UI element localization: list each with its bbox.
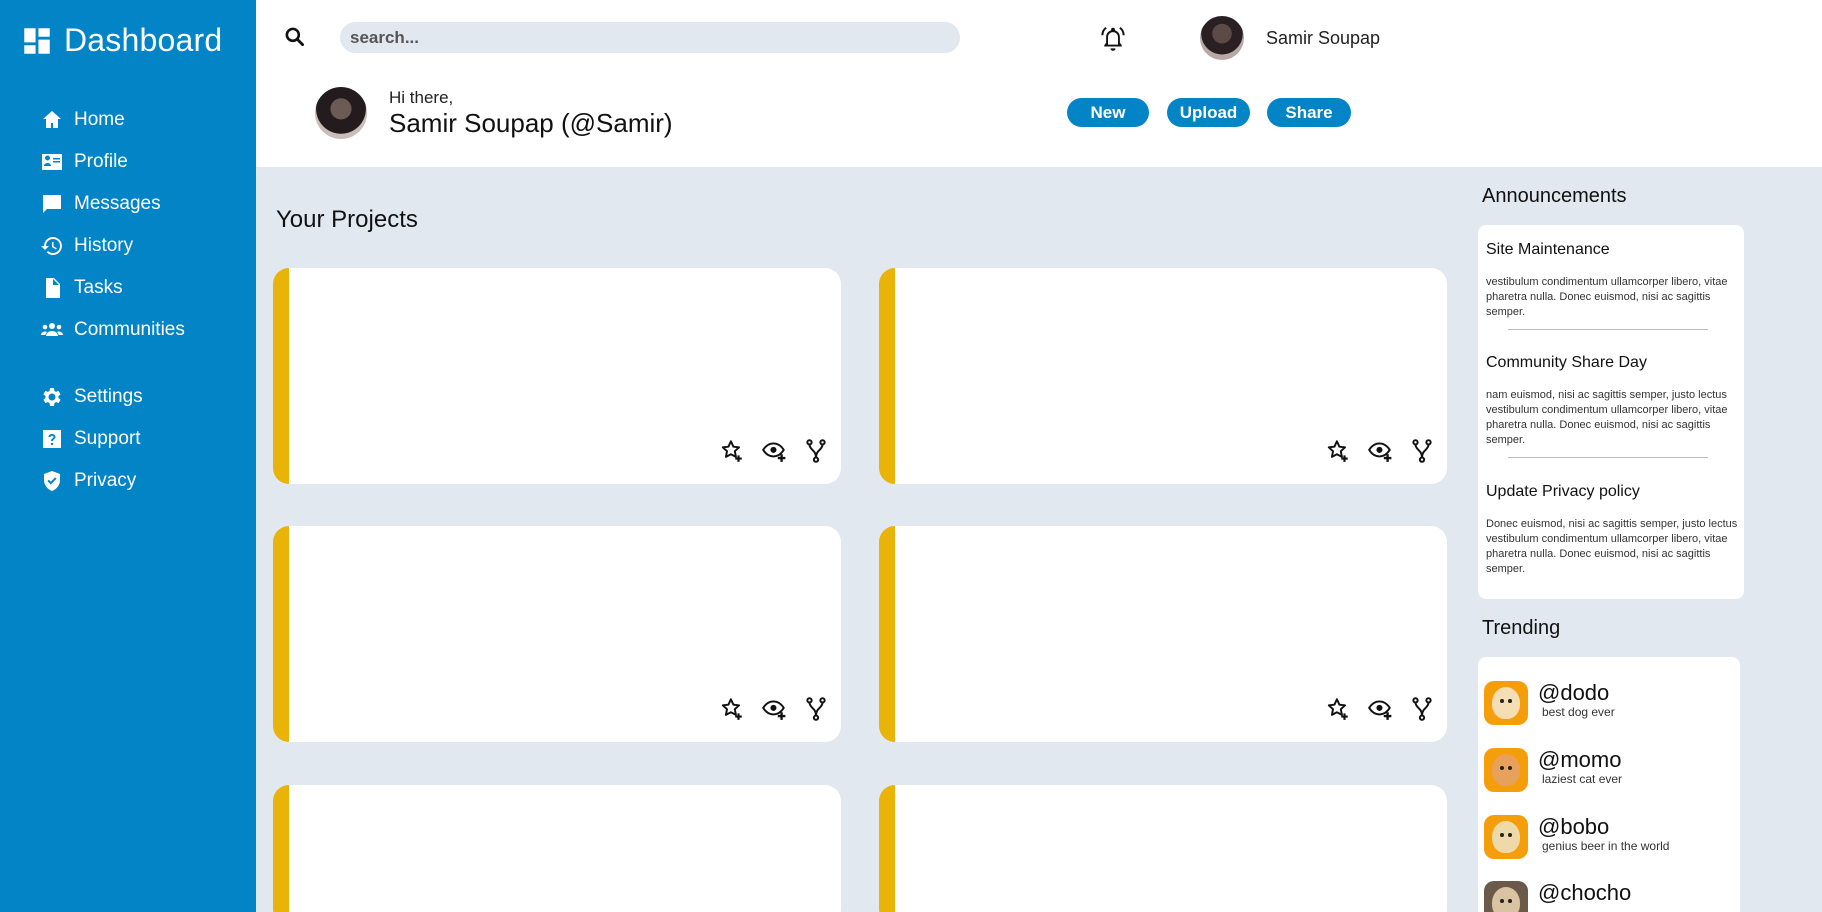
sidebar-item-label: Messages	[74, 193, 161, 214]
announcement-body: vestibulum condimentum ullamcorper liber…	[1486, 276, 1728, 318]
card-actions	[719, 696, 829, 722]
sidebar-item-label: Home	[74, 109, 125, 130]
project-card[interactable]	[273, 785, 841, 912]
sidebar-item-support[interactable]: Support	[40, 418, 143, 460]
announcement-body: Donec euismod, nisi ac sagittis semper, …	[1486, 518, 1738, 575]
trending-item[interactable]: @dodo best dog ever	[1484, 681, 1615, 725]
project-card[interactable]	[879, 526, 1447, 742]
project-card[interactable]	[879, 268, 1447, 484]
trending-handle: @chocho	[1538, 880, 1632, 905]
sidebar-item-label: Profile	[74, 151, 128, 172]
sidebar-item-home[interactable]: Home	[40, 99, 185, 141]
search-input[interactable]	[340, 22, 960, 53]
divider	[1508, 457, 1708, 458]
fork-icon[interactable]	[803, 438, 829, 464]
sidebar-item-label: Tasks	[74, 277, 123, 298]
announcement-item[interactable]: Site Maintenance vestibulum condimentum …	[1486, 241, 1738, 320]
trending-desc: genius beer in the world	[1542, 839, 1670, 853]
trending-handle: @momo	[1538, 747, 1622, 772]
watch-add-icon[interactable]	[1367, 438, 1393, 464]
card-actions	[719, 438, 829, 464]
fork-icon[interactable]	[1409, 438, 1435, 464]
avatar	[1484, 748, 1528, 792]
watch-add-icon[interactable]	[761, 438, 787, 464]
app-title: Dashboard	[64, 22, 223, 58]
gear-icon	[43, 388, 61, 406]
card-actions	[1325, 696, 1435, 722]
brand[interactable]: Dashboard	[20, 22, 222, 59]
profile-avatar	[315, 87, 367, 139]
trending-handle: @dodo	[1538, 680, 1610, 705]
search-icon[interactable]	[282, 24, 308, 50]
question-icon	[43, 430, 61, 448]
star-add-icon[interactable]	[719, 696, 745, 722]
announcement-title: Update Privacy policy	[1486, 483, 1640, 500]
trending-panel: @dodo best dog ever @momo laziest cat ev…	[1478, 657, 1740, 912]
new-button[interactable]: New	[1067, 98, 1149, 127]
trending-handle: @bobo	[1538, 814, 1610, 839]
sidebar-item-label: Communities	[74, 319, 185, 340]
sidebar-item-messages[interactable]: Messages	[40, 183, 185, 225]
id-card-icon	[42, 154, 62, 170]
bell-icon[interactable]	[1098, 24, 1128, 54]
fork-icon[interactable]	[803, 696, 829, 722]
avatar[interactable]	[1200, 16, 1244, 60]
shield-icon	[44, 471, 60, 491]
avatar	[1484, 681, 1528, 725]
trending-item[interactable]: @bobo genius beer in the world	[1484, 815, 1669, 859]
trending-item[interactable]: @chocho	[1484, 881, 1631, 912]
watch-add-icon[interactable]	[1367, 696, 1393, 722]
sidebar-item-communities[interactable]: Communities	[40, 309, 185, 351]
announcements-title: Announcements	[1482, 185, 1627, 207]
announcement-item[interactable]: Update Privacy policy Donec euismod, nis…	[1486, 483, 1738, 577]
document-icon	[46, 278, 60, 298]
trending-desc: laziest cat ever	[1542, 772, 1623, 786]
fork-icon[interactable]	[1409, 696, 1435, 722]
star-add-icon[interactable]	[1325, 696, 1351, 722]
project-card[interactable]	[273, 268, 841, 484]
dashboard-icon	[24, 27, 50, 54]
sidebar-item-profile[interactable]: Profile	[40, 141, 185, 183]
avatar	[1484, 815, 1528, 859]
sidebar-item-privacy[interactable]: Privacy	[40, 460, 143, 502]
share-button[interactable]: Share	[1267, 98, 1351, 127]
sidebar: Dashboard Home Profile Messages History …	[0, 0, 256, 912]
sidebar-item-label: Settings	[74, 386, 143, 407]
avatar	[1484, 881, 1528, 912]
announcements-panel: Site Maintenance vestibulum condimentum …	[1478, 225, 1744, 599]
sidebar-item-label: Privacy	[74, 470, 137, 491]
sidebar-item-settings[interactable]: Settings	[40, 376, 143, 418]
greeting: Hi there,	[389, 88, 454, 107]
user-full-name: Samir Soupap (@Samir)	[389, 108, 673, 138]
watch-add-icon[interactable]	[761, 696, 787, 722]
announcement-body: nam euismod, nisi ac sagittis semper, ju…	[1486, 389, 1728, 446]
sidebar-item-label: Support	[74, 428, 141, 449]
announcement-title: Site Maintenance	[1486, 241, 1610, 258]
sidebar-item-label: History	[74, 235, 134, 256]
star-add-icon[interactable]	[719, 438, 745, 464]
users-icon	[41, 323, 63, 336]
trending-title: Trending	[1482, 617, 1561, 639]
project-card[interactable]	[879, 785, 1447, 912]
trending-desc: best dog ever	[1542, 705, 1615, 719]
divider	[1508, 329, 1708, 330]
card-actions	[1325, 438, 1435, 464]
announcement-title: Community Share Day	[1486, 354, 1647, 371]
upload-button[interactable]: Upload	[1167, 98, 1250, 127]
primary-nav: Home Profile Messages History Tasks Comm…	[40, 99, 185, 351]
home-icon	[43, 111, 61, 128]
projects-title: Your Projects	[276, 206, 418, 233]
project-card[interactable]	[273, 526, 841, 742]
user-name[interactable]: Samir Soupap	[1266, 28, 1380, 49]
announcement-item[interactable]: Community Share Day nam euismod, nisi ac…	[1486, 354, 1738, 448]
star-add-icon[interactable]	[1325, 438, 1351, 464]
history-icon	[41, 237, 62, 255]
trending-item[interactable]: @momo laziest cat ever	[1484, 748, 1622, 792]
secondary-nav: Settings Support Privacy	[40, 376, 143, 502]
header: Samir Soupap Hi there, Samir Soupap (@Sa…	[256, 0, 1822, 167]
chat-icon	[43, 195, 61, 213]
sidebar-item-history[interactable]: History	[40, 225, 185, 267]
sidebar-item-tasks[interactable]: Tasks	[40, 267, 185, 309]
